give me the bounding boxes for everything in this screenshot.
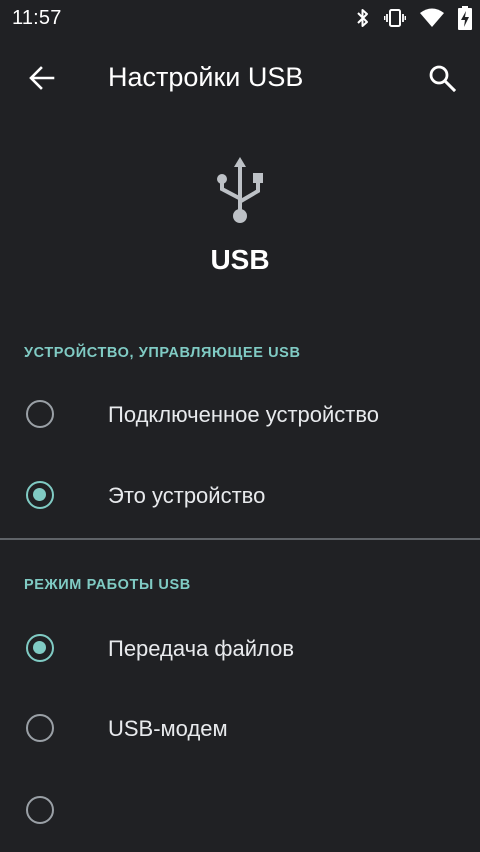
section-header-usb-controller: УСТРОЙСТВО, УПРАВЛЯЮЩЕЕ USB — [24, 345, 301, 361]
radio-button-checked[interactable] — [26, 634, 54, 662]
section-header-usb-mode: РЕЖИМ РАБОТЫ USB — [24, 577, 191, 593]
bluetooth-icon — [356, 7, 370, 29]
battery-charging-icon — [458, 6, 472, 30]
hero-title: USB — [210, 244, 270, 275]
option-label: USB-модем — [108, 716, 228, 741]
search-icon — [429, 65, 456, 92]
option-connected-device[interactable]: Подключенное устройство — [0, 376, 480, 456]
option-label: Это устройство — [108, 483, 266, 508]
radio-button[interactable] — [26, 714, 54, 742]
option-this-device[interactable]: Это устройство — [0, 457, 480, 537]
radio-dot — [33, 641, 46, 654]
option-file-transfer[interactable]: Передача файлов — [0, 610, 480, 690]
page-title: Настройки USB — [108, 62, 304, 92]
arrow-back-icon — [29, 66, 55, 90]
option-usb-modem[interactable]: USB-модем — [0, 690, 480, 770]
status-icons — [356, 6, 472, 30]
option-label: Подключенное устройство — [108, 402, 380, 427]
radio-button-checked[interactable] — [26, 481, 54, 509]
radio-dot — [33, 488, 46, 501]
status-bar: 11:57 — [0, 0, 480, 36]
option-partial[interactable] — [0, 772, 480, 852]
radio-button[interactable] — [26, 796, 54, 824]
option-label: Передача файлов — [108, 636, 295, 661]
wifi-icon — [420, 8, 444, 28]
vibrate-icon — [384, 7, 406, 29]
app-bar: Настройки USB — [0, 44, 480, 114]
radio-button[interactable] — [26, 400, 54, 428]
search-button[interactable] — [424, 60, 460, 96]
usb-icon — [214, 156, 266, 224]
status-time: 11:57 — [12, 7, 62, 29]
back-button[interactable] — [24, 60, 60, 96]
section-divider — [0, 538, 480, 540]
